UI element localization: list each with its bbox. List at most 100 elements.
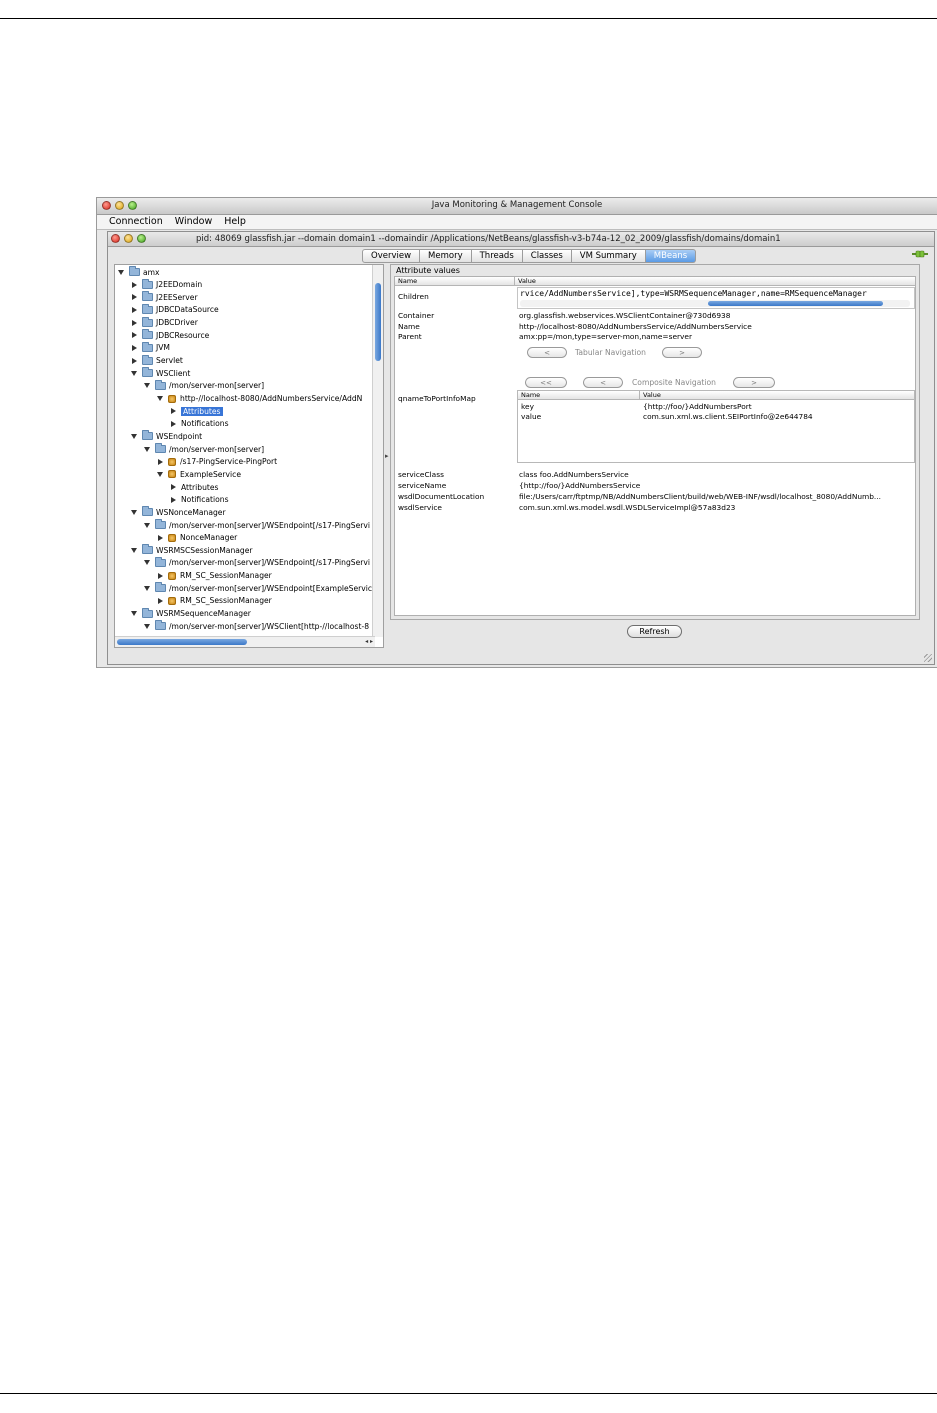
connection-title-bar[interactable]: pid: 48069 glassfish.jar --domain domain… [108, 232, 934, 247]
collapsed-triangle-icon[interactable] [132, 332, 137, 339]
split-pane-handle-icon[interactable]: ▸ [385, 452, 389, 460]
children-value: rvice/AddNumbersService],type=WSRMSequen… [520, 289, 867, 298]
tree-node[interactable]: RM_SC_SessionManager [157, 570, 272, 582]
tab-vm-summary[interactable]: VM Summary [571, 249, 646, 263]
tabular-next-button[interactable]: > [662, 347, 702, 358]
tree-vertical-scroll-thumb[interactable] [375, 283, 381, 361]
zoom-icon[interactable] [137, 234, 146, 243]
composite-next-button[interactable]: > [733, 377, 775, 388]
tree-node[interactable]: amx [118, 266, 160, 278]
tree-node-label: http-//localhost-8080/AddNumbersService/… [180, 394, 363, 403]
collapsed-triangle-icon[interactable] [132, 357, 137, 364]
folder-icon [155, 443, 166, 454]
qname-map-table: Name Value key {http://foo/}AddNumbersPo… [517, 390, 915, 463]
expanded-triangle-icon[interactable] [131, 509, 137, 515]
tree-node[interactable]: /mon/server-mon[server]/WSClient[http-//… [144, 620, 369, 632]
expanded-triangle-icon[interactable] [131, 611, 137, 617]
expanded-triangle-icon[interactable] [157, 396, 163, 401]
children-scrollbar[interactable] [520, 300, 910, 307]
tree-node[interactable]: Attributes [170, 405, 223, 417]
collapsed-triangle-icon[interactable] [171, 496, 176, 503]
collapsed-triangle-icon[interactable] [158, 572, 163, 579]
tree-node[interactable]: JDBCResource [131, 329, 209, 341]
collapsed-triangle-icon[interactable] [171, 484, 176, 491]
tree-node[interactable]: WSRMSCSessionManager [131, 544, 253, 556]
tree-node[interactable]: ExampleService [157, 468, 241, 480]
collapsed-triangle-icon[interactable] [132, 281, 137, 288]
tree-node[interactable]: Notifications [170, 418, 229, 430]
expanded-triangle-icon[interactable] [144, 560, 150, 566]
composite-first-button[interactable]: << [525, 377, 567, 388]
tree-node[interactable]: JVM [131, 341, 170, 354]
collapsed-triangle-icon[interactable] [158, 458, 163, 465]
collapsed-triangle-icon[interactable] [132, 344, 137, 351]
collapsed-triangle-icon[interactable] [132, 294, 137, 301]
tree-vertical-scrollbar[interactable] [372, 265, 383, 637]
tab-threads[interactable]: Threads [471, 249, 523, 263]
collapsed-triangle-icon[interactable] [171, 408, 176, 415]
tree-node[interactable]: WSNonceManager [131, 506, 226, 518]
tab-memory[interactable]: Memory [420, 249, 472, 263]
minimize-icon[interactable] [124, 234, 133, 243]
column-header-name[interactable]: Name [395, 277, 515, 286]
menu-window[interactable]: Window [169, 215, 218, 229]
scroll-arrows-icon[interactable]: ◂ ▸ [365, 638, 373, 645]
tree-horizontal-scrollbar[interactable]: ◂ ▸ [115, 636, 375, 647]
column-header-value[interactable]: Value [515, 277, 915, 286]
tree-node[interactable]: /mon/server-mon[server] [144, 379, 264, 392]
expanded-triangle-icon[interactable] [144, 446, 150, 452]
expanded-triangle-icon[interactable] [131, 547, 137, 553]
tree-node[interactable]: /mon/server-mon[server]/WSEndpoint[/s17-… [144, 519, 370, 531]
mbean-tree[interactable]: amx J2EEDomain J2EEServer JDBCDataSource JDB… [114, 264, 384, 648]
children-value-field[interactable]: rvice/AddNumbersService],type=WSRMSequen… [517, 287, 915, 309]
expanded-triangle-icon[interactable] [144, 383, 150, 389]
expanded-triangle-icon[interactable] [144, 522, 150, 528]
collapsed-triangle-icon[interactable] [158, 597, 163, 604]
connection-title: pid: 48069 glassfish.jar --domain domain… [196, 233, 781, 244]
tab-classes[interactable]: Classes [522, 249, 572, 263]
tab-mbeans[interactable]: MBeans [645, 249, 697, 263]
close-icon[interactable] [111, 234, 120, 243]
menu-help[interactable]: Help [218, 215, 252, 229]
tree-node[interactable]: /mon/server-mon[server]/WSEndpoint[Examp… [144, 582, 377, 594]
collapsed-triangle-icon[interactable] [158, 534, 163, 541]
expanded-triangle-icon[interactable] [144, 623, 150, 629]
tab-overview[interactable]: Overview [362, 249, 421, 263]
tree-node[interactable]: /mon/server-mon[server] [144, 443, 264, 455]
tree-horizontal-scroll-thumb[interactable] [117, 639, 247, 645]
sub-column-header-value[interactable]: Value [640, 391, 914, 400]
tree-node[interactable]: Servlet [131, 354, 183, 367]
expanded-triangle-icon[interactable] [131, 433, 137, 439]
composite-prev-button[interactable]: < [583, 377, 623, 388]
qname-key-value: {http://foo/}AddNumbersPort [643, 402, 752, 411]
sub-column-header-name[interactable]: Name [518, 391, 640, 400]
tree-node[interactable]: JDBCDriver [131, 316, 198, 329]
expanded-triangle-icon[interactable] [157, 471, 163, 477]
tabular-prev-button[interactable]: < [527, 347, 567, 358]
collapsed-triangle-icon[interactable] [132, 306, 137, 313]
tree-node-label: JDBCResource [156, 330, 210, 340]
tree-node[interactable]: Attributes [170, 481, 219, 493]
tree-node[interactable]: Notifications [170, 494, 229, 506]
collapsed-triangle-icon[interactable] [132, 319, 137, 326]
tree-node[interactable]: WSEndpoint [131, 430, 202, 442]
menu-connection[interactable]: Connection [103, 215, 169, 229]
tree-node[interactable]: RM_SC_SessionManager [157, 595, 272, 607]
expanded-triangle-icon[interactable] [118, 269, 124, 275]
expanded-triangle-icon[interactable] [131, 370, 137, 376]
tree-node[interactable]: http-//localhost-8080/AddNumbersService/… [157, 393, 362, 405]
tree-node[interactable]: WSClient [131, 367, 190, 379]
refresh-button[interactable]: Refresh [627, 625, 682, 638]
app-title-bar[interactable]: Java Monitoring & Management Console [97, 198, 937, 215]
tree-node[interactable]: WSRMSequenceManager [131, 607, 251, 620]
resize-grip-icon[interactable] [924, 654, 932, 662]
tree-node[interactable]: NonceManager [157, 532, 237, 544]
expanded-triangle-icon[interactable] [144, 585, 150, 591]
tree-node[interactable]: /s17-PingService-PingPort [157, 456, 277, 468]
tree-node[interactable]: J2EEDomain [131, 278, 202, 291]
tree-node[interactable]: JDBCDataSource [131, 303, 219, 316]
children-scroll-thumb[interactable] [708, 301, 883, 306]
tree-node[interactable]: /mon/server-mon[server]/WSEndpoint[/s17-… [144, 556, 370, 569]
tree-node[interactable]: J2EEServer [131, 291, 198, 303]
collapsed-triangle-icon[interactable] [171, 420, 176, 427]
